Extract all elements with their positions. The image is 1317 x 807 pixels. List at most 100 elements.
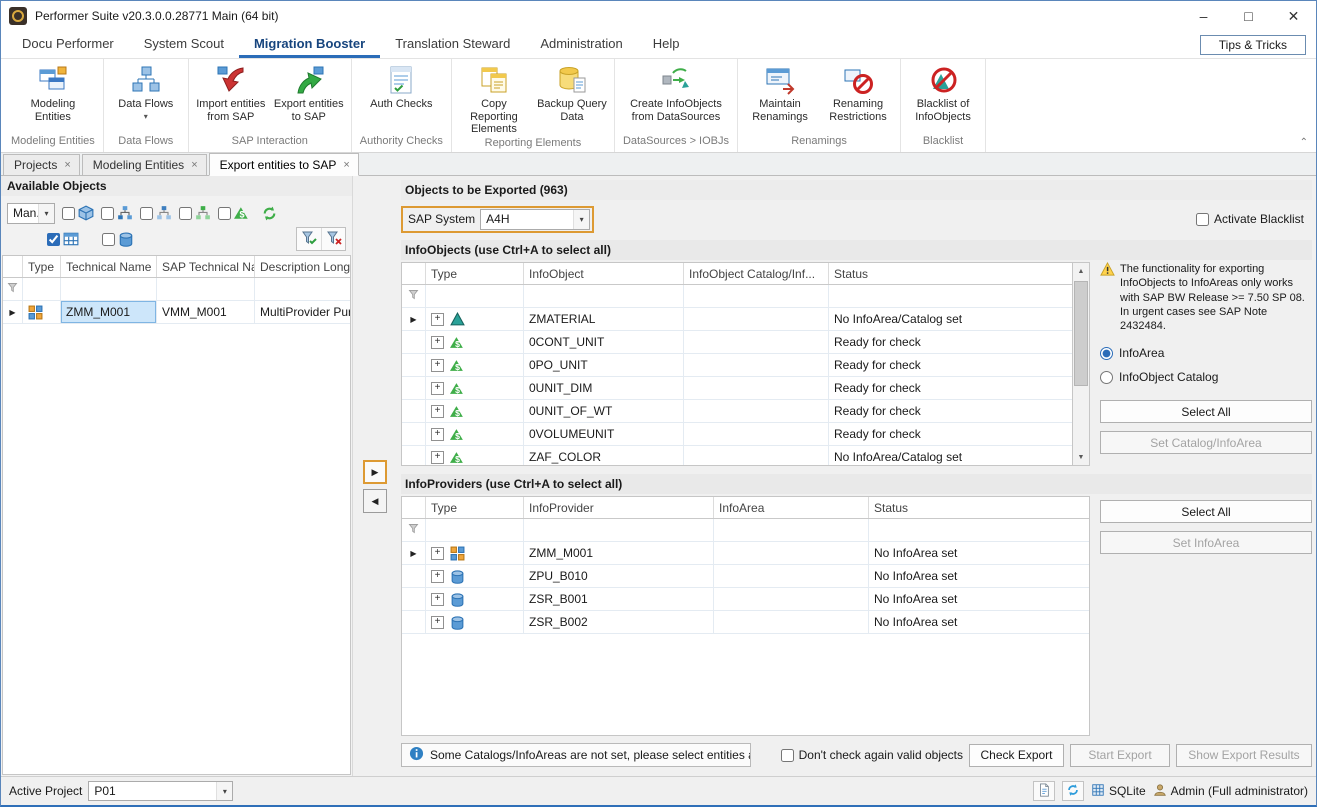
- edit-filter-button[interactable]: [297, 228, 321, 250]
- expand-icon[interactable]: +: [431, 547, 444, 560]
- filter-cell[interactable]: [157, 278, 255, 300]
- filter-cube-checkbox[interactable]: [62, 207, 75, 220]
- table-row[interactable]: +$ ZAF_COLOR No InfoArea/Catalog set: [402, 446, 1072, 466]
- expand-icon[interactable]: +: [431, 593, 444, 606]
- filter-cell[interactable]: [524, 519, 714, 541]
- expand-icon[interactable]: +: [431, 313, 444, 326]
- column-header-infoarea[interactable]: InfoArea: [714, 497, 869, 518]
- scrollbar-track[interactable]: [1073, 279, 1089, 449]
- filter-infoprovider-checkbox[interactable]: [102, 233, 115, 246]
- close-icon[interactable]: ×: [343, 159, 349, 171]
- sync-button[interactable]: [1062, 781, 1084, 801]
- column-header-type[interactable]: Type: [426, 263, 524, 284]
- column-header-status[interactable]: Status: [829, 263, 1072, 284]
- tips-tricks-button[interactable]: Tips & Tricks: [1200, 35, 1306, 55]
- radio-infoarea-input[interactable]: [1100, 347, 1113, 360]
- menu-help[interactable]: Help: [638, 31, 695, 58]
- vertical-scrollbar[interactable]: ▲ ▼: [1073, 262, 1090, 466]
- expand-icon[interactable]: +: [431, 382, 444, 395]
- expand-icon[interactable]: +: [431, 359, 444, 372]
- table-row[interactable]: + ZSR_B001 No InfoArea set: [402, 588, 1089, 611]
- filter-cell[interactable]: [524, 285, 684, 307]
- menu-administration[interactable]: Administration: [525, 31, 637, 58]
- filter-hierarchy-checkbox[interactable]: [140, 207, 153, 220]
- set-catalog-infoarea-button[interactable]: Set Catalog/InfoArea: [1100, 431, 1312, 454]
- ribbon-collapse-icon[interactable]: ⌃: [1300, 137, 1308, 148]
- table-row[interactable]: + ZPU_B010 No InfoArea set: [402, 565, 1089, 588]
- filter-cell[interactable]: [426, 285, 524, 307]
- filter-cell[interactable]: [684, 285, 829, 307]
- filter-cell[interactable]: [829, 285, 1072, 307]
- move-left-button[interactable]: ◀: [363, 489, 387, 513]
- maintain-renamings-button[interactable]: Maintain Renamings: [742, 61, 818, 124]
- expand-icon[interactable]: +: [431, 428, 444, 441]
- import-entities-button[interactable]: Import entities from SAP: [193, 61, 269, 124]
- filter-cell[interactable]: [23, 278, 61, 300]
- sap-system-dropdown[interactable]: A4H ▾: [480, 209, 590, 230]
- table-row[interactable]: ▶ + ZMM_M001 No InfoArea set: [402, 542, 1089, 565]
- table-row[interactable]: +$ 0VOLUMEUNIT Ready for check: [402, 423, 1072, 446]
- log-button[interactable]: [1033, 781, 1055, 801]
- filter-row[interactable]: [402, 285, 1072, 308]
- table-row[interactable]: + ZSR_B002 No InfoArea set: [402, 611, 1089, 634]
- filter-row[interactable]: [3, 278, 350, 301]
- maximize-button[interactable]: □: [1226, 1, 1271, 31]
- column-header-sap-technical-name[interactable]: SAP Technical Na...: [157, 256, 255, 277]
- start-export-button[interactable]: Start Export: [1070, 744, 1170, 767]
- column-header-description-long[interactable]: Description Long: [255, 256, 350, 277]
- show-export-results-button[interactable]: Show Export Results: [1176, 744, 1312, 767]
- cell-technical-name[interactable]: ZMM_M001: [61, 301, 157, 323]
- table-row[interactable]: +$ 0CONT_UNIT Ready for check: [402, 331, 1072, 354]
- column-header-technical-name[interactable]: Technical Name: [61, 256, 157, 277]
- table-row[interactable]: ▶ ZMM_M001 VMM_M001 MultiProvider Purc..…: [3, 301, 350, 324]
- dont-check-again-checkbox[interactable]: Don't check again valid objects: [781, 748, 963, 762]
- type-filter-dropdown[interactable]: Man... ▾: [7, 203, 55, 224]
- filter-cell[interactable]: [61, 278, 157, 300]
- menu-translation-steward[interactable]: Translation Steward: [380, 31, 525, 58]
- infoobjects-select-all-button[interactable]: Select All: [1100, 400, 1312, 423]
- column-header-infoobject[interactable]: InfoObject: [524, 263, 684, 284]
- expand-icon[interactable]: +: [431, 405, 444, 418]
- table-row[interactable]: ▶ + ZMATERIAL No InfoArea/Catalog set: [402, 308, 1072, 331]
- menu-docu-performer[interactable]: Docu Performer: [7, 31, 129, 58]
- create-infoobjects-button[interactable]: Create InfoObjects from DataSources: [620, 61, 732, 124]
- expand-icon[interactable]: +: [431, 451, 444, 464]
- tab-modeling-entities[interactable]: Modeling Entities ×: [82, 154, 207, 175]
- activate-blacklist-input[interactable]: [1196, 213, 1209, 226]
- table-row[interactable]: +$ 0UNIT_DIM Ready for check: [402, 377, 1072, 400]
- close-button[interactable]: ✕: [1271, 1, 1316, 31]
- expand-icon[interactable]: +: [431, 336, 444, 349]
- clear-filter-button[interactable]: [321, 228, 345, 250]
- infoproviders-select-all-button[interactable]: Select All: [1100, 500, 1312, 523]
- blacklist-infoobjects-button[interactable]: Blacklist of InfoObjects: [905, 61, 981, 124]
- close-icon[interactable]: ×: [64, 159, 70, 171]
- set-infoarea-button[interactable]: Set InfoArea: [1100, 531, 1312, 554]
- dont-check-again-input[interactable]: [781, 749, 794, 762]
- scrollbar-thumb[interactable]: [1074, 281, 1088, 386]
- tab-projects[interactable]: Projects ×: [3, 154, 80, 175]
- move-right-button[interactable]: ▶: [363, 460, 387, 484]
- expand-icon[interactable]: +: [431, 570, 444, 583]
- filter-cell[interactable]: [255, 278, 350, 300]
- column-header-status[interactable]: Status: [869, 497, 1089, 518]
- menu-system-scout[interactable]: System Scout: [129, 31, 239, 58]
- backup-query-data-button[interactable]: Backup Query Data: [534, 61, 610, 124]
- scroll-down-icon[interactable]: ▼: [1073, 449, 1089, 465]
- active-project-dropdown[interactable]: P01 ▾: [88, 781, 233, 801]
- filter-row[interactable]: [402, 519, 1089, 542]
- scroll-up-icon[interactable]: ▲: [1073, 263, 1089, 279]
- radio-infoarea[interactable]: InfoArea: [1100, 346, 1312, 360]
- column-header-infoprovider[interactable]: InfoProvider: [524, 497, 714, 518]
- renaming-restrictions-button[interactable]: Renaming Restrictions: [820, 61, 896, 124]
- filter-cell[interactable]: [869, 519, 1089, 541]
- menu-migration-booster[interactable]: Migration Booster: [239, 31, 380, 58]
- radio-infoobject-catalog[interactable]: InfoObject Catalog: [1100, 370, 1312, 384]
- filter-keyfigure-checkbox[interactable]: [218, 207, 231, 220]
- filter-cell[interactable]: [714, 519, 869, 541]
- export-entities-button[interactable]: Export entities to SAP: [271, 61, 347, 124]
- table-row[interactable]: +$ 0PO_UNIT Ready for check: [402, 354, 1072, 377]
- tab-export-entities-to-sap[interactable]: Export entities to SAP ×: [209, 153, 359, 176]
- radio-infoobject-catalog-input[interactable]: [1100, 371, 1113, 384]
- filter-cell[interactable]: [426, 519, 524, 541]
- table-row[interactable]: +$ 0UNIT_OF_WT Ready for check: [402, 400, 1072, 423]
